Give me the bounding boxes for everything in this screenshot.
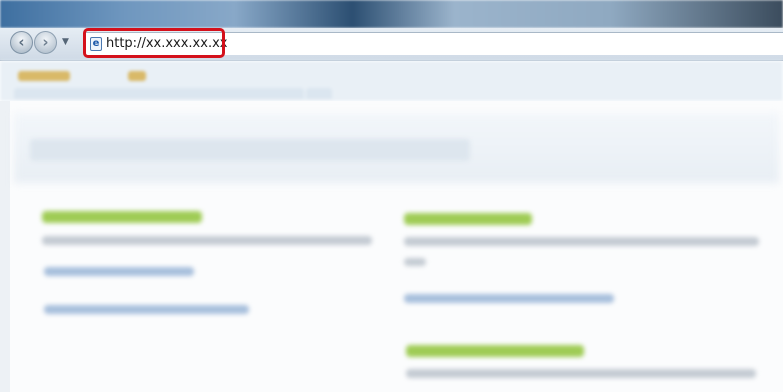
link-left-2[interactable]	[44, 305, 249, 314]
section-heading-right-1[interactable]	[404, 213, 532, 225]
new-tab-button[interactable]	[306, 88, 332, 99]
link-right-1[interactable]	[404, 294, 614, 303]
browser-tab[interactable]	[14, 88, 304, 99]
chevron-down-icon[interactable]: ▼	[62, 37, 69, 47]
sidebar-edge	[0, 101, 10, 392]
section-text-left	[42, 236, 372, 245]
forward-button[interactable]: ›	[34, 31, 57, 54]
forward-arrow-icon: ›	[42, 33, 49, 51]
back-arrow-icon: ‹	[18, 33, 25, 51]
section-text-right-2	[406, 369, 756, 378]
window-title-bar	[0, 0, 783, 28]
url-highlight-box	[83, 28, 225, 58]
favorites-add-icon[interactable]	[128, 71, 146, 81]
back-button[interactable]: ‹	[10, 31, 33, 54]
favorites-button[interactable]	[18, 71, 70, 81]
favorites-toolbar	[0, 61, 783, 101]
section-text-right-1	[404, 237, 759, 246]
section-heading-left[interactable]	[42, 211, 202, 223]
link-left-1[interactable]	[44, 267, 194, 276]
section-heading-right-2[interactable]	[406, 345, 584, 357]
section-text-right-1b	[404, 258, 426, 266]
page-content	[0, 101, 783, 392]
page-heading	[30, 139, 470, 161]
